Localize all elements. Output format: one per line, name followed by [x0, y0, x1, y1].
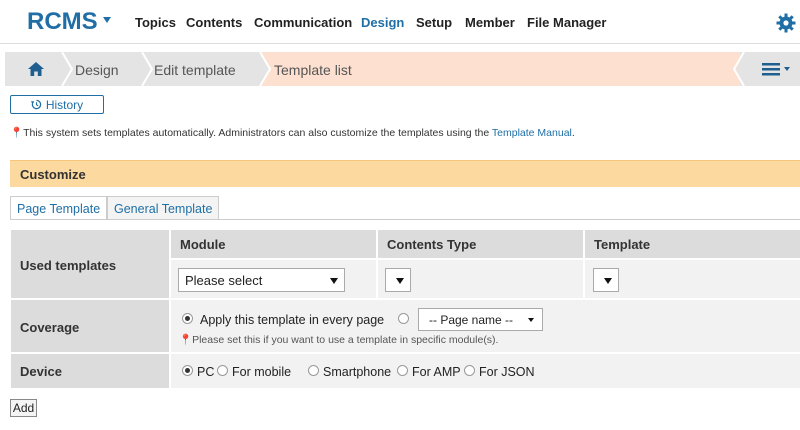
page-name-select[interactable]: -- Page name --: [418, 308, 543, 331]
coverage-header: Coverage: [11, 300, 169, 352]
coverage-label: Coverage: [20, 320, 80, 335]
gear-icon[interactable]: [776, 13, 796, 33]
device-radio-amp[interactable]: [397, 365, 408, 376]
column-label-module: Module: [180, 237, 226, 252]
contents-type-select[interactable]: [385, 268, 411, 292]
pin-icon: 📍: [179, 334, 193, 346]
customize-section-header: Customize: [10, 160, 800, 187]
device-option-mobile: For mobile: [232, 365, 292, 379]
breadcrumb-menu[interactable]: [732, 52, 800, 86]
breadcrumb-item-edit-template[interactable]: Edit template: [143, 52, 261, 86]
home-icon: [28, 62, 44, 76]
nav-setup[interactable]: Setup: [416, 15, 452, 30]
breadcrumb-separator-icon: [133, 52, 154, 86]
dropdown-arrow-icon: [528, 318, 534, 322]
module-cell: Please select: [171, 260, 376, 298]
coverage-radio-every-page[interactable]: [182, 313, 193, 324]
device-radio-json[interactable]: [464, 365, 475, 376]
add-button[interactable]: Add: [10, 399, 37, 417]
coverage-note-text: Please set this if you want to use a tem…: [192, 334, 499, 346]
device-radio-smartphone[interactable]: [308, 365, 319, 376]
device-radio-pc[interactable]: [182, 365, 193, 376]
module-select[interactable]: Please select: [178, 268, 345, 292]
column-header-template: Template: [585, 230, 800, 258]
column-header-module: Module: [171, 230, 376, 258]
device-option-amp: For AMP: [412, 365, 461, 379]
template-cell: [585, 260, 800, 298]
coverage-radio-page-name[interactable]: [398, 313, 409, 324]
nav-communication[interactable]: Communication: [254, 15, 352, 30]
history-button-label: History: [45, 97, 84, 112]
tab-divider: [10, 219, 800, 220]
nav-contents[interactable]: Contents: [186, 15, 242, 30]
top-navigation: RCMS Topics Contents Communication Desig…: [0, 0, 800, 44]
breadcrumb-current-template-list: Template list: [274, 62, 352, 78]
tab-page-template[interactable]: Page Template: [10, 196, 108, 220]
info-message: 📍This system sets templates automaticall…: [10, 126, 575, 139]
breadcrumb: Design Edit template Template list: [5, 52, 800, 86]
breadcrumb-separator-icon: [732, 52, 746, 86]
breadcrumb-item-design[interactable]: Design: [63, 52, 143, 86]
used-templates-header: Used templates: [11, 230, 169, 298]
nav-file-manager[interactable]: File Manager: [527, 15, 606, 30]
breadcrumb-separator-icon: [53, 52, 74, 86]
device-header: Device: [11, 354, 169, 388]
pin-icon: 📍: [10, 127, 24, 139]
dropdown-arrow-icon: [604, 278, 612, 284]
hamburger-menu-icon: [762, 63, 790, 76]
breadcrumb-separator-icon: [251, 52, 272, 86]
coverage-option-every-page: Apply this template in every page: [200, 313, 385, 327]
history-icon: [30, 99, 42, 110]
device-cell: PC For mobile Smartphone For AMP For JSO…: [171, 354, 800, 388]
device-option-json: For JSON: [479, 365, 535, 379]
column-label-contents-type: Contents Type: [387, 237, 477, 252]
device-radio-mobile[interactable]: [217, 365, 228, 376]
column-header-contents-type: Contents Type: [378, 230, 583, 258]
template-select[interactable]: [593, 268, 619, 292]
info-suffix: .: [571, 127, 575, 139]
module-select-value: Please select: [185, 273, 263, 288]
tab-general-template[interactable]: General Template: [107, 196, 220, 220]
dropdown-arrow-icon: [330, 278, 338, 284]
nav-member[interactable]: Member: [465, 15, 515, 30]
breadcrumb-label-edit-template: Edit template: [154, 62, 236, 78]
dropdown-arrow-icon: [396, 278, 404, 284]
nav-topics[interactable]: Topics: [135, 15, 176, 30]
device-option-pc: PC: [197, 365, 215, 379]
column-label-template: Template: [594, 237, 651, 252]
history-button[interactable]: History: [10, 95, 104, 114]
info-text: This system sets templates automatically…: [23, 127, 492, 139]
coverage-note: 📍Please set this if you want to use a te…: [179, 333, 498, 346]
used-templates-label: Used templates: [20, 258, 117, 273]
coverage-cell: Apply this template in every page -- Pag…: [171, 300, 800, 352]
template-manual-link[interactable]: Template Manual: [492, 127, 572, 139]
nav-design[interactable]: Design: [361, 15, 404, 30]
breadcrumb-label-design: Design: [75, 62, 119, 78]
app-logo[interactable]: RCMS: [27, 8, 98, 36]
page-name-select-value: -- Page name --: [429, 313, 514, 327]
logo-dropdown-caret-icon[interactable]: [103, 17, 111, 23]
device-label: Device: [20, 364, 62, 379]
device-option-smartphone: Smartphone: [323, 365, 392, 379]
section-title: Customize: [20, 167, 86, 182]
contents-type-cell: [378, 260, 583, 298]
